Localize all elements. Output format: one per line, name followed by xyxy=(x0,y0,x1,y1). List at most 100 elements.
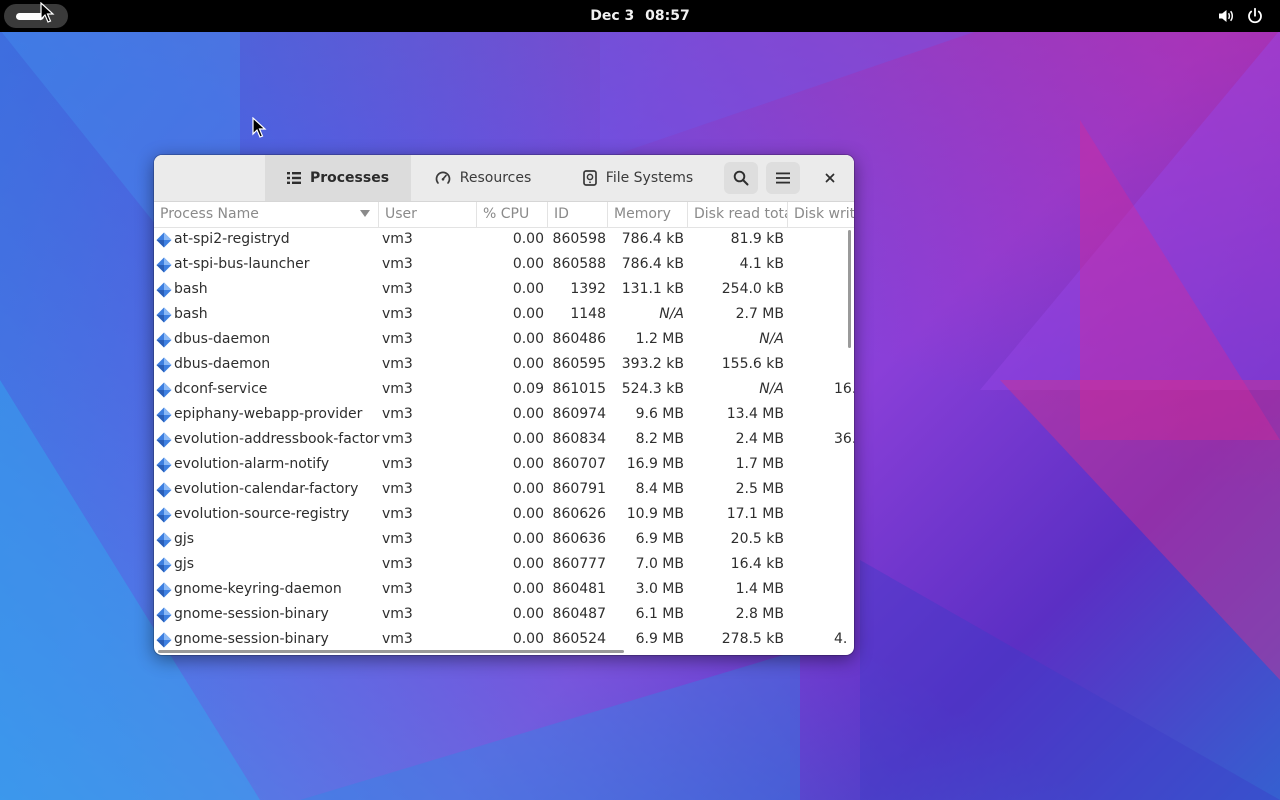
column-header-disk-read[interactable]: Disk read tota xyxy=(688,202,788,227)
process-name-cell: epiphany-webapp-provider xyxy=(174,406,363,422)
search-button[interactable] xyxy=(724,162,758,194)
disk-read-cell: 20.5 kB xyxy=(730,531,784,547)
id-cell: 860588 xyxy=(552,256,606,272)
process-icon xyxy=(156,602,174,627)
clock-date: Dec 3 xyxy=(590,8,635,24)
clock-time: 08:57 xyxy=(645,8,690,24)
process-icon xyxy=(156,352,174,377)
user-cell: vm3 xyxy=(382,481,413,497)
id-cell: 860598 xyxy=(552,231,606,247)
main-menu-button[interactable] xyxy=(766,162,800,194)
column-header-label: Process Name xyxy=(160,206,259,222)
system-monitor-window: Processes Resources File Systems Process… xyxy=(154,155,854,655)
column-header-memory[interactable]: Memory xyxy=(608,202,688,227)
process-icon xyxy=(156,227,174,252)
process-name-cell: evolution-alarm-notify xyxy=(174,456,330,472)
memory-cell: 6.1 MB xyxy=(635,606,684,622)
memory-cell: 786.4 kB xyxy=(621,231,684,247)
tab-file-systems[interactable]: File Systems xyxy=(564,155,712,201)
column-header-process-name[interactable]: Process Name xyxy=(154,202,379,227)
column-header-id[interactable]: ID xyxy=(548,202,608,227)
disk-read-cell: 1.7 MB xyxy=(735,456,784,472)
process-name-cell: at-spi-bus-launcher xyxy=(174,256,310,272)
process-name-cell: gnome-session-binary xyxy=(174,606,329,622)
disk-write-cell xyxy=(788,552,854,577)
table-row[interactable]: evolution-source-registry vm3 0.00 860626 10… xyxy=(154,502,854,527)
table-row[interactable]: gnome-session-binary vm3 0.00 860487 6.1 MB 2… xyxy=(154,602,854,627)
table-row[interactable]: epiphany-webapp-provider vm3 0.00 860974 9.6… xyxy=(154,402,854,427)
disk-write-cell xyxy=(788,252,854,277)
table-row[interactable]: bash vm3 0.00 1392 131.1 kB 254.0 kB xyxy=(154,277,854,302)
disk-write-cell xyxy=(788,327,854,352)
disk-write-cell: 16. xyxy=(788,377,854,402)
table-row[interactable]: gjs vm3 0.00 860636 6.9 MB 20.5 kB xyxy=(154,527,854,552)
cpu-cell: 0.00 xyxy=(512,606,544,622)
id-cell: 860481 xyxy=(552,581,606,597)
user-cell: vm3 xyxy=(382,381,413,397)
column-header-label: % CPU xyxy=(483,206,530,222)
table-row[interactable]: evolution-alarm-notify vm3 0.00 860707 16.9 … xyxy=(154,452,854,477)
wallpaper-shape xyxy=(1080,120,1280,440)
user-cell: vm3 xyxy=(382,606,413,622)
memory-cell: 7.0 MB xyxy=(635,556,684,572)
cpu-cell: 0.00 xyxy=(512,431,544,447)
disk-read-cell: 1.4 MB xyxy=(735,581,784,597)
user-cell: vm3 xyxy=(382,356,413,372)
memory-cell: 786.4 kB xyxy=(621,256,684,272)
table-row[interactable]: evolution-calendar-factory vm3 0.00 860791 8… xyxy=(154,477,854,502)
disk-write-cell: 36. xyxy=(788,427,854,452)
memory-cell: 393.2 kB xyxy=(621,356,684,372)
user-cell: vm3 xyxy=(382,531,413,547)
process-name-cell: gnome-keyring-daemon xyxy=(174,581,342,597)
user-cell: vm3 xyxy=(382,506,413,522)
table-row[interactable]: evolution-addressbook-factory vm3 0.00 8608… xyxy=(154,427,854,452)
disk-write-cell: 4. xyxy=(788,627,854,649)
close-button[interactable] xyxy=(819,167,841,189)
user-cell: vm3 xyxy=(382,306,413,322)
memory-cell: 6.9 MB xyxy=(635,531,684,547)
wallpaper-shape xyxy=(860,560,1280,800)
user-cell: vm3 xyxy=(382,406,413,422)
table-row[interactable]: at-spi2-registryd vm3 0.00 860598 786.4 kB 81… xyxy=(154,227,854,252)
tab-processes[interactable]: Processes xyxy=(265,155,411,201)
column-header-disk-write[interactable]: Disk writ xyxy=(788,202,854,227)
vertical-scrollbar[interactable] xyxy=(848,230,851,348)
process-name-cell: at-spi2-registryd xyxy=(174,231,290,247)
table-row[interactable]: gjs vm3 0.00 860777 7.0 MB 16.4 kB xyxy=(154,552,854,577)
user-cell: vm3 xyxy=(382,631,413,647)
disk-read-cell: 254.0 kB xyxy=(721,281,784,297)
process-name-cell: dconf-service xyxy=(174,381,268,397)
table-row[interactable]: at-spi-bus-launcher vm3 0.00 860588 786.4 kB… xyxy=(154,252,854,277)
table-row[interactable]: bash vm3 0.00 1148 N/A 2.7 MB xyxy=(154,302,854,327)
power-icon[interactable] xyxy=(1246,7,1264,25)
disk-read-cell: 2.7 MB xyxy=(735,306,784,322)
column-header-label: Disk writ xyxy=(794,206,854,222)
horizontal-scrollbar[interactable] xyxy=(158,650,624,653)
column-header-user[interactable]: User xyxy=(379,202,477,227)
cpu-cell: 0.00 xyxy=(512,456,544,472)
table-row[interactable]: dbus-daemon vm3 0.00 860486 1.2 MB N/A xyxy=(154,327,854,352)
column-header-cpu[interactable]: % CPU xyxy=(477,202,548,227)
process-name-cell: evolution-source-registry xyxy=(174,506,350,522)
disk-write-value: 16. xyxy=(834,381,854,397)
cpu-cell: 0.00 xyxy=(512,556,544,572)
header-bar: Processes Resources File Systems xyxy=(154,155,854,202)
memory-cell: 16.9 MB xyxy=(626,456,684,472)
user-cell: vm3 xyxy=(382,231,413,247)
table-row[interactable]: dbus-daemon vm3 0.00 860595 393.2 kB 155.6 kB xyxy=(154,352,854,377)
table-row[interactable]: dconf-service vm3 0.09 861015 524.3 kB N/A 16. xyxy=(154,377,854,402)
cpu-cell: 0.00 xyxy=(512,281,544,297)
process-name-cell: evolution-addressbook-factory xyxy=(174,431,380,447)
id-cell: 860636 xyxy=(552,531,606,547)
tab-label: Resources xyxy=(459,170,532,186)
clock[interactable]: Dec 3 08:57 xyxy=(0,0,1280,32)
tab-resources[interactable]: Resources xyxy=(414,155,552,201)
process-list[interactable]: at-spi2-registryd vm3 0.00 860598 786.4 kB 81… xyxy=(154,227,854,649)
volume-icon[interactable] xyxy=(1217,7,1235,25)
memory-cell: 8.2 MB xyxy=(635,431,684,447)
table-row[interactable]: gnome-keyring-daemon vm3 0.00 860481 3.0 MB 1… xyxy=(154,577,854,602)
process-name-cell: dbus-daemon xyxy=(174,356,271,372)
process-icon xyxy=(156,252,174,277)
table-row[interactable]: gnome-session-binary vm3 0.00 860524 6.9 MB 2… xyxy=(154,627,854,649)
mouse-pointer-icon xyxy=(40,2,55,23)
